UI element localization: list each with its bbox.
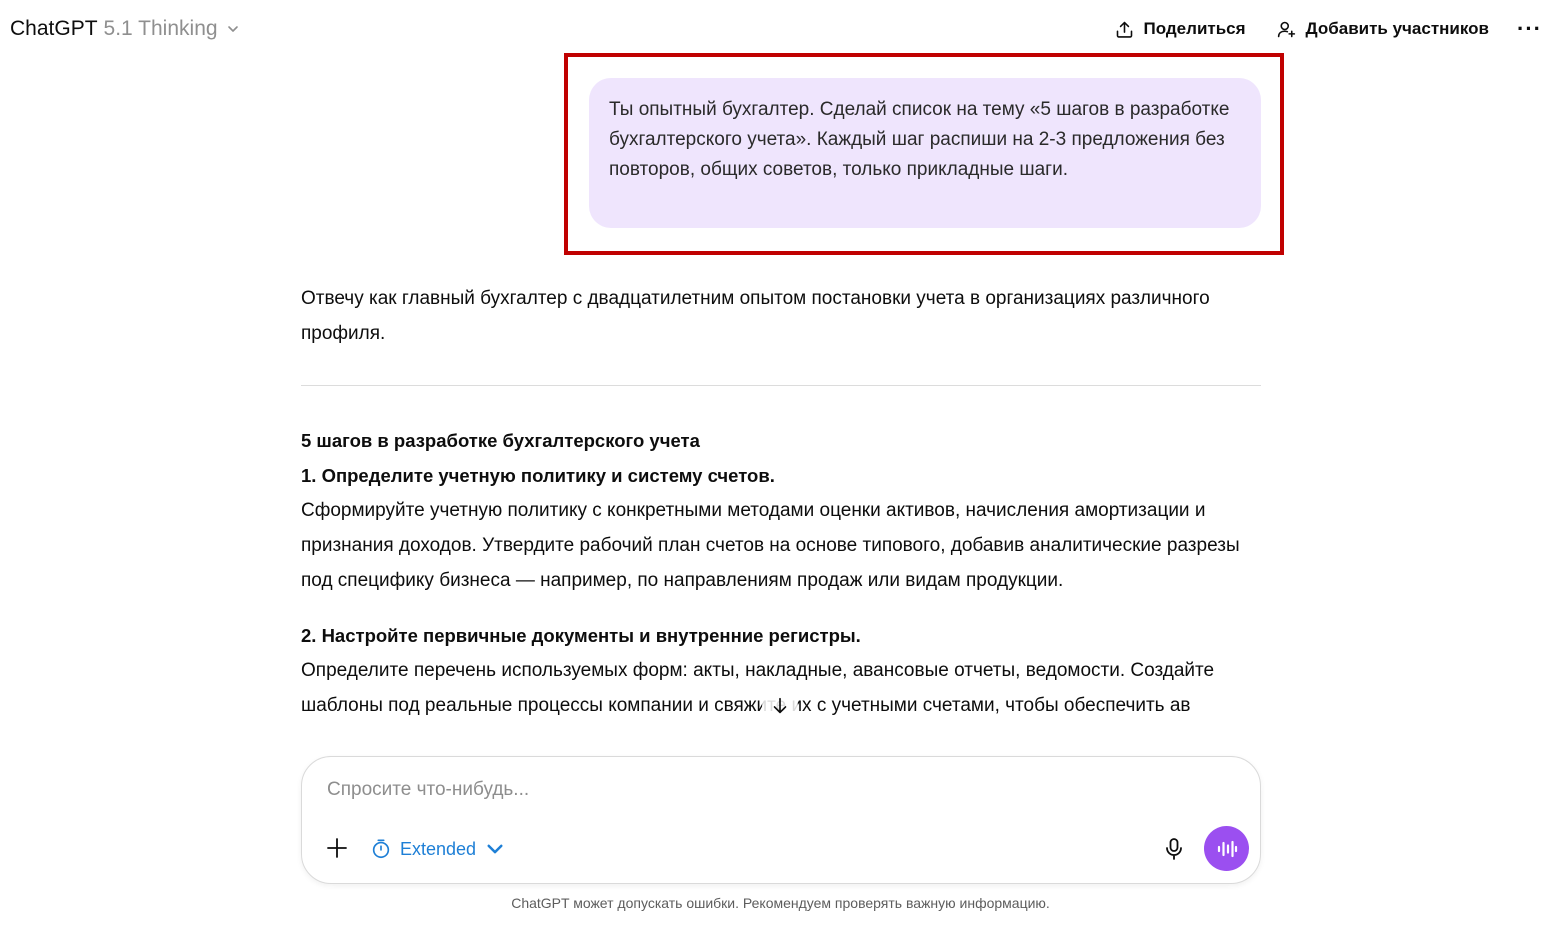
share-icon bbox=[1116, 21, 1132, 38]
add-participants-label: Добавить участников bbox=[1305, 19, 1490, 38]
attach-button[interactable] bbox=[324, 835, 350, 861]
share-button[interactable]: Поделиться bbox=[1114, 19, 1246, 40]
user-message-bubble: Ты опытный бухгалтер. Сделай список на т… bbox=[589, 78, 1261, 228]
top-actions: Поделиться Добавить участников ··· bbox=[1114, 16, 1542, 42]
divider bbox=[301, 385, 1261, 386]
step-body: Сформируйте учетную политику с конкретны… bbox=[301, 500, 1240, 591]
step-title: 2. Настройте первичные документы и внутр… bbox=[301, 625, 861, 646]
voice-wave-icon bbox=[1217, 840, 1237, 857]
voice-mode-button[interactable] bbox=[1204, 826, 1249, 871]
mode-selector[interactable]: Extended bbox=[370, 835, 506, 863]
step-title: 1. Определите учетную политику и систему… bbox=[301, 465, 775, 486]
assistant-message: Отвечу как главный бухгалтер с двадцатил… bbox=[301, 281, 1261, 743]
chevron-down-icon bbox=[487, 844, 503, 854]
share-label: Поделиться bbox=[1143, 19, 1246, 38]
composer: Extended bbox=[301, 756, 1261, 884]
add-person-icon bbox=[1277, 21, 1295, 37]
arrow-down-icon bbox=[773, 697, 787, 714]
model-selector[interactable]: ChatGPT 5.1 Thinking bbox=[10, 17, 240, 41]
microphone-icon bbox=[1166, 838, 1182, 860]
add-participants-button[interactable]: Добавить участников bbox=[1276, 19, 1489, 40]
answer-intro: Отвечу как главный бухгалтер с двадцатил… bbox=[301, 288, 1210, 344]
prompt-input[interactable] bbox=[327, 779, 1147, 801]
disclaimer: ChatGPT может допускать ошибки. Рекоменд… bbox=[511, 895, 1050, 911]
microphone-button[interactable] bbox=[1162, 835, 1186, 863]
model-name: ChatGPT bbox=[10, 17, 98, 40]
scroll-to-bottom-button[interactable] bbox=[762, 688, 798, 724]
mode-label: Extended bbox=[400, 838, 477, 859]
chevron-down-icon bbox=[227, 26, 238, 32]
more-icon[interactable]: ··· bbox=[1517, 16, 1542, 42]
timer-icon bbox=[372, 839, 390, 859]
answer-heading: 5 шагов в разработке бухгалтерского учет… bbox=[301, 430, 700, 451]
list-item: 1. Определите учетную политику и систему… bbox=[301, 458, 1261, 598]
model-version: 5.1 Thinking bbox=[103, 17, 218, 40]
plus-icon bbox=[327, 838, 347, 858]
